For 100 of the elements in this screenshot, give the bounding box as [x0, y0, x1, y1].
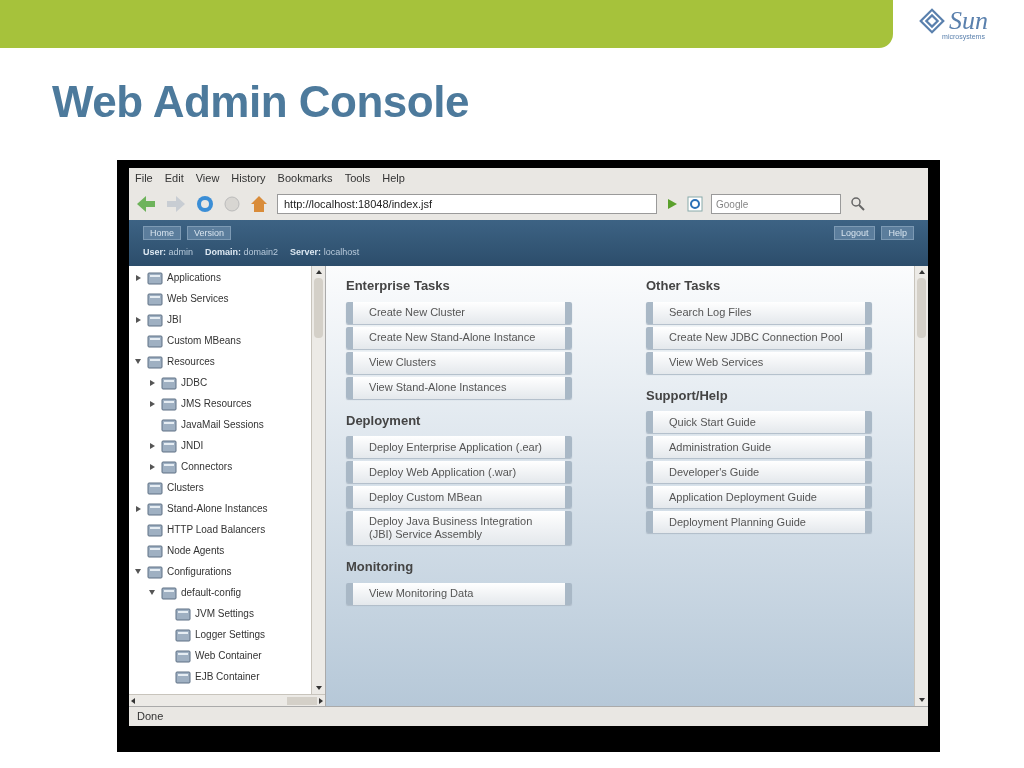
tree-item-label[interactable]: JavaMail Sessions	[181, 417, 264, 432]
tree-item-label[interactable]: JDBC	[181, 375, 208, 390]
header-button[interactable]: Help	[881, 226, 914, 240]
tree-node-icon	[147, 543, 163, 558]
logo-text: Sun	[949, 8, 988, 34]
tree-item-label[interactable]: HTTP Load Balancers	[167, 522, 266, 537]
menu-item[interactable]: Tools	[344, 169, 371, 187]
slide-title: Web Admin Console	[52, 76, 470, 128]
menu-item[interactable]: View	[195, 169, 220, 187]
tree-node-icon	[175, 627, 191, 642]
search-engine-icon[interactable]	[687, 196, 703, 212]
tree-item-label[interactable]: Clusters	[167, 480, 204, 495]
tree-node-icon	[161, 438, 177, 453]
collapsed-arrow-icon[interactable]	[135, 274, 141, 281]
tree-node-icon	[147, 480, 163, 495]
scroll-left-icon[interactable]	[131, 697, 135, 704]
scroll-up-icon[interactable]	[918, 270, 925, 274]
tree-node-icon	[147, 333, 163, 348]
collapsed-arrow-icon[interactable]	[149, 379, 155, 386]
task-button[interactable]: Create New Stand-Alone Instance	[346, 326, 572, 349]
expanded-arrow-icon[interactable]	[149, 590, 155, 595]
tree-item-label[interactable]: Stand-Alone Instances	[167, 501, 268, 516]
scroll-up-icon[interactable]	[315, 270, 322, 274]
tree-node-icon	[161, 585, 177, 600]
tree-item-label[interactable]: default-config	[181, 585, 242, 600]
reload-icon[interactable]	[195, 194, 215, 214]
task-button[interactable]: View Monitoring Data	[346, 582, 572, 605]
tree-item-label[interactable]: Web Services	[167, 291, 229, 306]
task-button[interactable]: Deploy Custom MBean	[346, 486, 572, 508]
tree-item-label[interactable]: Configurations	[167, 564, 232, 579]
status-text: Done	[137, 709, 164, 725]
tree-node-icon	[161, 417, 177, 432]
tree-node-icon	[147, 522, 163, 537]
scrollbar[interactable]	[311, 266, 325, 694]
section-heading: Monitoring	[346, 558, 415, 576]
menu-item[interactable]: History	[231, 169, 266, 187]
scrollbar-thumb[interactable]	[917, 278, 926, 338]
tree-item-label[interactable]: Logger Settings	[195, 627, 266, 642]
section-heading: Other Tasks	[646, 277, 722, 295]
task-button[interactable]: Administration Guide	[646, 436, 872, 458]
menu-item[interactable]: Help	[382, 169, 405, 187]
tree-item-label[interactable]: Node Agents	[167, 543, 225, 558]
collapsed-arrow-icon[interactable]	[149, 463, 155, 470]
tree-item-label[interactable]: JNDI	[181, 438, 204, 453]
tree-item-label[interactable]: JVM Settings	[195, 606, 254, 621]
horizontal-scrollbar[interactable]	[129, 694, 325, 706]
scroll-down-icon[interactable]	[315, 686, 322, 690]
header-button[interactable]: Version	[187, 226, 232, 240]
tree-node-icon	[161, 396, 177, 411]
task-button[interactable]: Deployment Planning Guide	[646, 511, 872, 533]
tree-node-icon	[161, 375, 177, 390]
tree-item-label[interactable]: Web Container	[195, 648, 262, 663]
menu-item[interactable]: Edit	[164, 169, 184, 187]
section-heading: Support/Help	[646, 386, 729, 405]
expanded-arrow-icon[interactable]	[135, 359, 141, 364]
info-text: Domain: domain2	[205, 246, 279, 259]
logo-icon	[919, 8, 945, 34]
collapsed-arrow-icon[interactable]	[149, 442, 155, 449]
tree-node-icon	[147, 501, 163, 516]
collapsed-arrow-icon[interactable]	[135, 316, 141, 323]
tree-item-label[interactable]: JMS Resources	[181, 396, 252, 411]
task-button[interactable]: Create New JDBC Connection Pool	[646, 326, 872, 349]
scrollbar-thumb[interactable]	[314, 278, 323, 338]
task-button[interactable]: Deploy Enterprise Application (.ear)	[346, 436, 572, 458]
menu-item[interactable]: File	[135, 169, 153, 187]
collapsed-arrow-icon[interactable]	[135, 505, 141, 512]
task-button[interactable]: Deploy Java Business Integration (JBI) Service Assembly	[346, 511, 572, 545]
search-field[interactable]: Google	[711, 194, 841, 214]
go-icon[interactable]	[665, 197, 679, 211]
tree-node-icon	[161, 459, 177, 474]
task-button[interactable]: Quick Start Guide	[646, 411, 872, 433]
task-button[interactable]: Application Deployment Guide	[646, 486, 872, 508]
task-button[interactable]: Developer's Guide	[646, 461, 872, 483]
scrollbar-thumb[interactable]	[287, 696, 317, 705]
task-button[interactable]: Deploy Web Application (.war)	[346, 461, 572, 483]
task-button[interactable]: View Clusters	[346, 351, 572, 374]
tree-node-icon	[175, 606, 191, 621]
tree-item-label[interactable]: Connectors	[181, 459, 233, 474]
tree-item-label[interactable]: Custom MBeans	[167, 333, 241, 348]
task-button[interactable]: View Stand-Alone Instances	[346, 376, 572, 399]
header-button[interactable]: Logout	[833, 226, 876, 240]
task-button[interactable]: Search Log Files	[646, 301, 872, 324]
tree-item-label[interactable]: Resources	[167, 354, 215, 369]
address-field[interactable]: http://localhost:18048/index.jsf	[277, 194, 657, 214]
task-button[interactable]: View Web Services	[646, 351, 872, 374]
expanded-arrow-icon[interactable]	[135, 569, 141, 574]
info-text: User: admin	[143, 246, 194, 259]
tree-node-icon	[147, 312, 163, 327]
scrollbar[interactable]	[914, 266, 928, 706]
tree-node-icon	[147, 354, 163, 369]
tree-node-icon	[175, 669, 191, 684]
search-icon[interactable]	[849, 195, 867, 213]
task-button[interactable]: Create New Cluster	[346, 301, 572, 324]
menu-item[interactable]: Bookmarks	[277, 169, 333, 187]
collapsed-arrow-icon[interactable]	[149, 400, 155, 407]
header-button[interactable]: Home	[143, 226, 181, 240]
scroll-down-icon[interactable]	[918, 698, 925, 702]
tree-item-label[interactable]: JBI	[167, 312, 182, 327]
tree-item-label[interactable]: Applications	[167, 270, 221, 285]
tree-item-label[interactable]: EJB Container	[195, 669, 260, 684]
